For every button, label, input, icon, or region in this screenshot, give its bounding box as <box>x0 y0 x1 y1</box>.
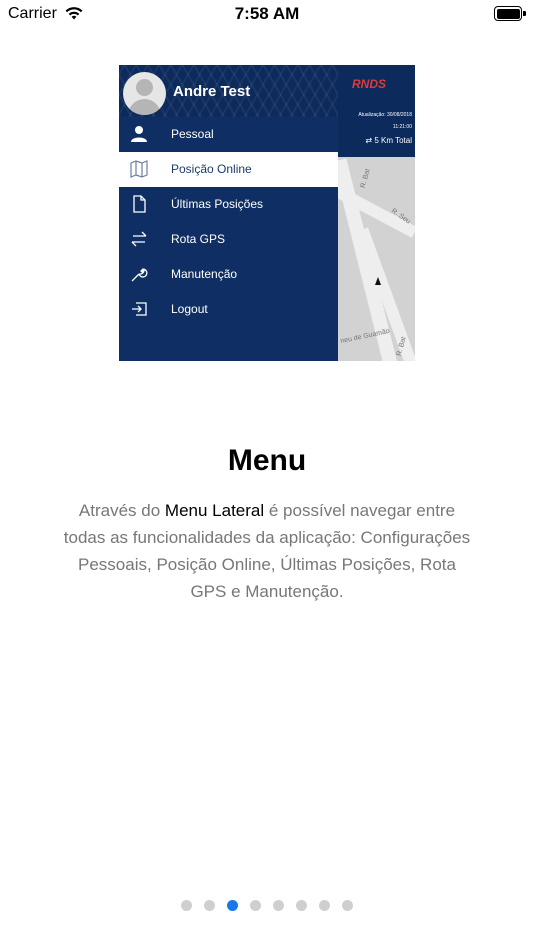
menu-item-label: Rota GPS <box>171 232 226 246</box>
page-indicator[interactable] <box>0 900 534 912</box>
wrench-icon <box>131 268 148 282</box>
menu-illustration: R. Bat R. Seu neu de Guamão R. Bat RNDS … <box>119 65 415 361</box>
menu-item-label: Logout <box>171 302 208 316</box>
arrows-icon <box>131 231 147 247</box>
page-description: Através do Menu Lateral é possível naveg… <box>63 501 471 601</box>
vehicle-marker-icon <box>375 277 381 285</box>
page-dot[interactable] <box>342 900 353 911</box>
page-dot[interactable] <box>181 900 192 911</box>
page-dot[interactable] <box>319 900 330 911</box>
menu-item-label: Manutenção <box>171 267 238 281</box>
map-icon <box>130 160 148 178</box>
side-drawer: Andre Test Pessoal Posição Online Última… <box>119 65 338 361</box>
avatar <box>123 72 166 115</box>
menu-item-posicao-online: Posição Online <box>119 152 338 187</box>
logout-icon <box>132 302 147 316</box>
km-total: ⇄ 5 Km Total <box>365 136 412 145</box>
map-header: RNDS Atualização: 30/08/2018 11:21:00 ⇄ … <box>338 65 415 157</box>
map-street-label: R. Bat <box>359 168 372 189</box>
status-bar: Carrier 7:58 AM <box>0 0 534 28</box>
status-time: 7:58 AM <box>234 4 300 23</box>
person-icon <box>131 126 147 142</box>
update-date: Atualização: 30/08/2018 <box>358 112 412 118</box>
page-dot[interactable] <box>296 900 307 911</box>
page-dot[interactable] <box>227 900 238 911</box>
update-time: 11:21:00 <box>392 124 412 130</box>
menu-item-label: Pessoal <box>171 127 214 141</box>
user-name: Andre Test <box>173 83 251 100</box>
map-preview: R. Bat R. Seu neu de Guamão R. Bat RNDS … <box>332 65 415 361</box>
menu-item-label: Últimas Posições <box>171 197 264 211</box>
menu-item-manutencao: Manutenção <box>119 257 338 292</box>
page-dot[interactable] <box>204 900 215 911</box>
menu-item-logout: Logout <box>119 292 338 327</box>
menu-item-label: Posição Online <box>171 162 252 176</box>
menu-item-rota-gps: Rota GPS <box>119 222 338 257</box>
page-dot[interactable] <box>273 900 284 911</box>
page-title: Menu <box>227 444 307 477</box>
rnds-logo: RNDS <box>352 77 387 91</box>
document-icon <box>133 195 146 213</box>
menu-item-ultimas-posicoes: Últimas Posições <box>119 187 338 222</box>
page-dot[interactable] <box>250 900 261 911</box>
highlight-menu-lateral: Menu Lateral <box>164 501 265 520</box>
battery-icon <box>494 6 526 21</box>
drawer-header: Andre Test <box>119 65 338 117</box>
menu-item-pessoal: Pessoal <box>119 117 338 152</box>
